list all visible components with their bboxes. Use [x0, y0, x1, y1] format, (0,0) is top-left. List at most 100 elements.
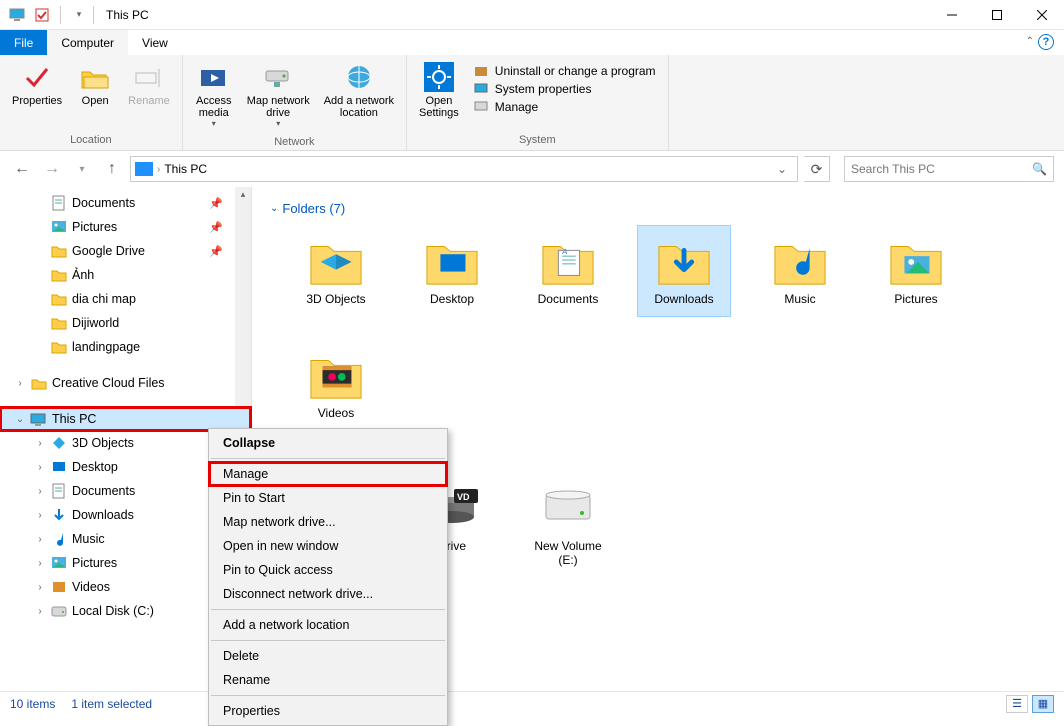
drive-network-icon [262, 61, 294, 93]
check-icon [21, 61, 53, 93]
context-menu-item[interactable]: Delete [209, 644, 447, 668]
uninstall-program-button[interactable]: Uninstall or change a program [473, 63, 656, 79]
folder-item[interactable]: Music [754, 226, 846, 316]
tree-quick-item[interactable]: Google Drive📌 [0, 239, 251, 263]
chevron-down-icon[interactable]: ⌄ [14, 414, 26, 425]
add-network-location-button[interactable]: Add a network location [318, 59, 400, 121]
icons-view-button[interactable]: ▦ [1032, 695, 1054, 713]
status-bar: 10 items 1 item selected ☰ ▦ [0, 691, 1064, 715]
tree-quick-item[interactable]: Ảnh [0, 263, 251, 287]
context-menu-item[interactable]: Collapse [209, 431, 447, 455]
refresh-button[interactable]: ⟳ [804, 156, 830, 182]
tab-computer[interactable]: Computer [47, 30, 128, 55]
maximize-button[interactable] [974, 0, 1019, 30]
help-icon[interactable]: ? [1038, 34, 1054, 50]
ribbon: Properties Open Rename Location Access m… [0, 55, 1064, 151]
context-menu-item[interactable]: Disconnect network drive... [209, 582, 447, 606]
recent-dropdown[interactable]: ▾ [70, 157, 94, 181]
tree-quick-item[interactable]: Documents📌 [0, 191, 251, 215]
address-dropdown-icon[interactable]: ⌄ [771, 162, 793, 176]
chevron-right-icon[interactable]: › [34, 438, 46, 449]
folder-item[interactable]: Downloads [638, 226, 730, 316]
monitor-icon [30, 411, 48, 427]
chevron-right-icon[interactable]: › [34, 462, 46, 473]
access-media-button[interactable]: Access media ▾ [189, 59, 239, 130]
forward-button: → [40, 157, 64, 181]
title-divider [93, 6, 94, 24]
manage-button[interactable]: Manage [473, 99, 656, 115]
folder-item[interactable]: Pictures [870, 226, 962, 316]
group-label-system: System [407, 132, 668, 150]
window-title: This PC [106, 8, 149, 22]
folder-icon [50, 339, 68, 355]
details-view-button[interactable]: ☰ [1006, 695, 1028, 713]
chevron-right-icon[interactable]: › [34, 606, 46, 617]
context-menu-item[interactable]: Add a network location [209, 613, 447, 637]
context-menu-item[interactable]: Properties [209, 699, 447, 723]
folder-item[interactable]: 3D Objects [290, 226, 382, 316]
doc-icon [50, 195, 68, 211]
properties-qat-icon[interactable] [32, 5, 52, 25]
ribbon-group-system: Open Settings Uninstall or change a prog… [407, 55, 669, 150]
folders-section-header[interactable]: ⌄ Folders (7) [270, 201, 1046, 216]
open-settings-button[interactable]: Open Settings [413, 59, 465, 121]
context-menu-item[interactable]: Pin to Quick access [209, 558, 447, 582]
tree-creative-cloud[interactable]: › Creative Cloud Files [0, 371, 251, 395]
folder-icon [884, 232, 948, 288]
chevron-right-icon[interactable]: › [34, 534, 46, 545]
qat-dropdown-icon[interactable]: ▾ [69, 5, 89, 25]
chevron-right-icon[interactable]: › [157, 164, 160, 175]
pin-icon: 📌 [209, 245, 223, 258]
map-drive-button[interactable]: Map network drive ▾ [241, 59, 316, 130]
folder-icon [304, 232, 368, 288]
context-menu-item[interactable]: Rename [209, 668, 447, 692]
folder-item[interactable]: ADocuments [522, 226, 614, 316]
folder-item[interactable]: Videos [290, 340, 382, 430]
group-label-network: Network [183, 134, 406, 152]
address-bar[interactable]: › This PC ⌄ [130, 156, 798, 182]
back-button[interactable]: ← [10, 157, 34, 181]
chevron-right-icon[interactable]: › [34, 510, 46, 521]
chevron-down-icon: ⌄ [270, 203, 278, 214]
chevron-right-icon[interactable]: › [34, 558, 46, 569]
tree-quick-item[interactable]: dia chi map [0, 287, 251, 311]
folder-item[interactable]: Desktop [406, 226, 498, 316]
collapse-ribbon-icon[interactable]: ⌃ [1026, 36, 1034, 47]
ribbon-tabs: File Computer View ⌃ ? [0, 30, 1064, 55]
folder-open-icon [79, 61, 111, 93]
tree-quick-item[interactable]: landingpage [0, 335, 251, 359]
context-menu-item[interactable]: Manage [209, 462, 447, 486]
context-menu-item[interactable]: Open in new window [209, 534, 447, 558]
folder-icon [420, 232, 484, 288]
chevron-right-icon[interactable]: › [14, 378, 26, 389]
tree-quick-item[interactable]: Dijiworld [0, 311, 251, 335]
folder-icon [50, 291, 68, 307]
context-menu-item[interactable]: Map network drive... [209, 510, 447, 534]
chevron-right-icon[interactable]: › [34, 582, 46, 593]
folder-icon: A [536, 232, 600, 288]
open-button[interactable]: Open [70, 59, 120, 109]
title-bar: ▾ This PC [0, 0, 1064, 30]
minimize-button[interactable] [929, 0, 974, 30]
folder-icon [50, 243, 68, 259]
context-menu: Collapse ManagePin to StartMap network dr… [208, 428, 448, 726]
pin-icon: 📌 [209, 221, 223, 234]
up-button[interactable]: ↑ [100, 157, 124, 181]
breadcrumb[interactable]: This PC [164, 162, 207, 176]
menu-separator [211, 640, 445, 641]
properties-button[interactable]: Properties [6, 59, 68, 109]
ribbon-group-location: Properties Open Rename Location [0, 55, 183, 150]
drive-item[interactable]: New Volume (E:) [522, 473, 614, 577]
tree-quick-item[interactable]: Pictures📌 [0, 215, 251, 239]
folder-icon [304, 346, 368, 402]
close-button[interactable] [1019, 0, 1064, 30]
chevron-right-icon[interactable]: › [34, 486, 46, 497]
group-label-location: Location [0, 132, 182, 150]
tab-file[interactable]: File [0, 30, 47, 55]
tab-view[interactable]: View [128, 30, 182, 55]
search-icon: 🔍 [1032, 162, 1047, 176]
search-input[interactable]: Search This PC 🔍 [844, 156, 1054, 182]
context-menu-item[interactable]: Pin to Start [209, 486, 447, 510]
menu-separator [211, 458, 445, 459]
system-properties-button[interactable]: System properties [473, 81, 656, 97]
